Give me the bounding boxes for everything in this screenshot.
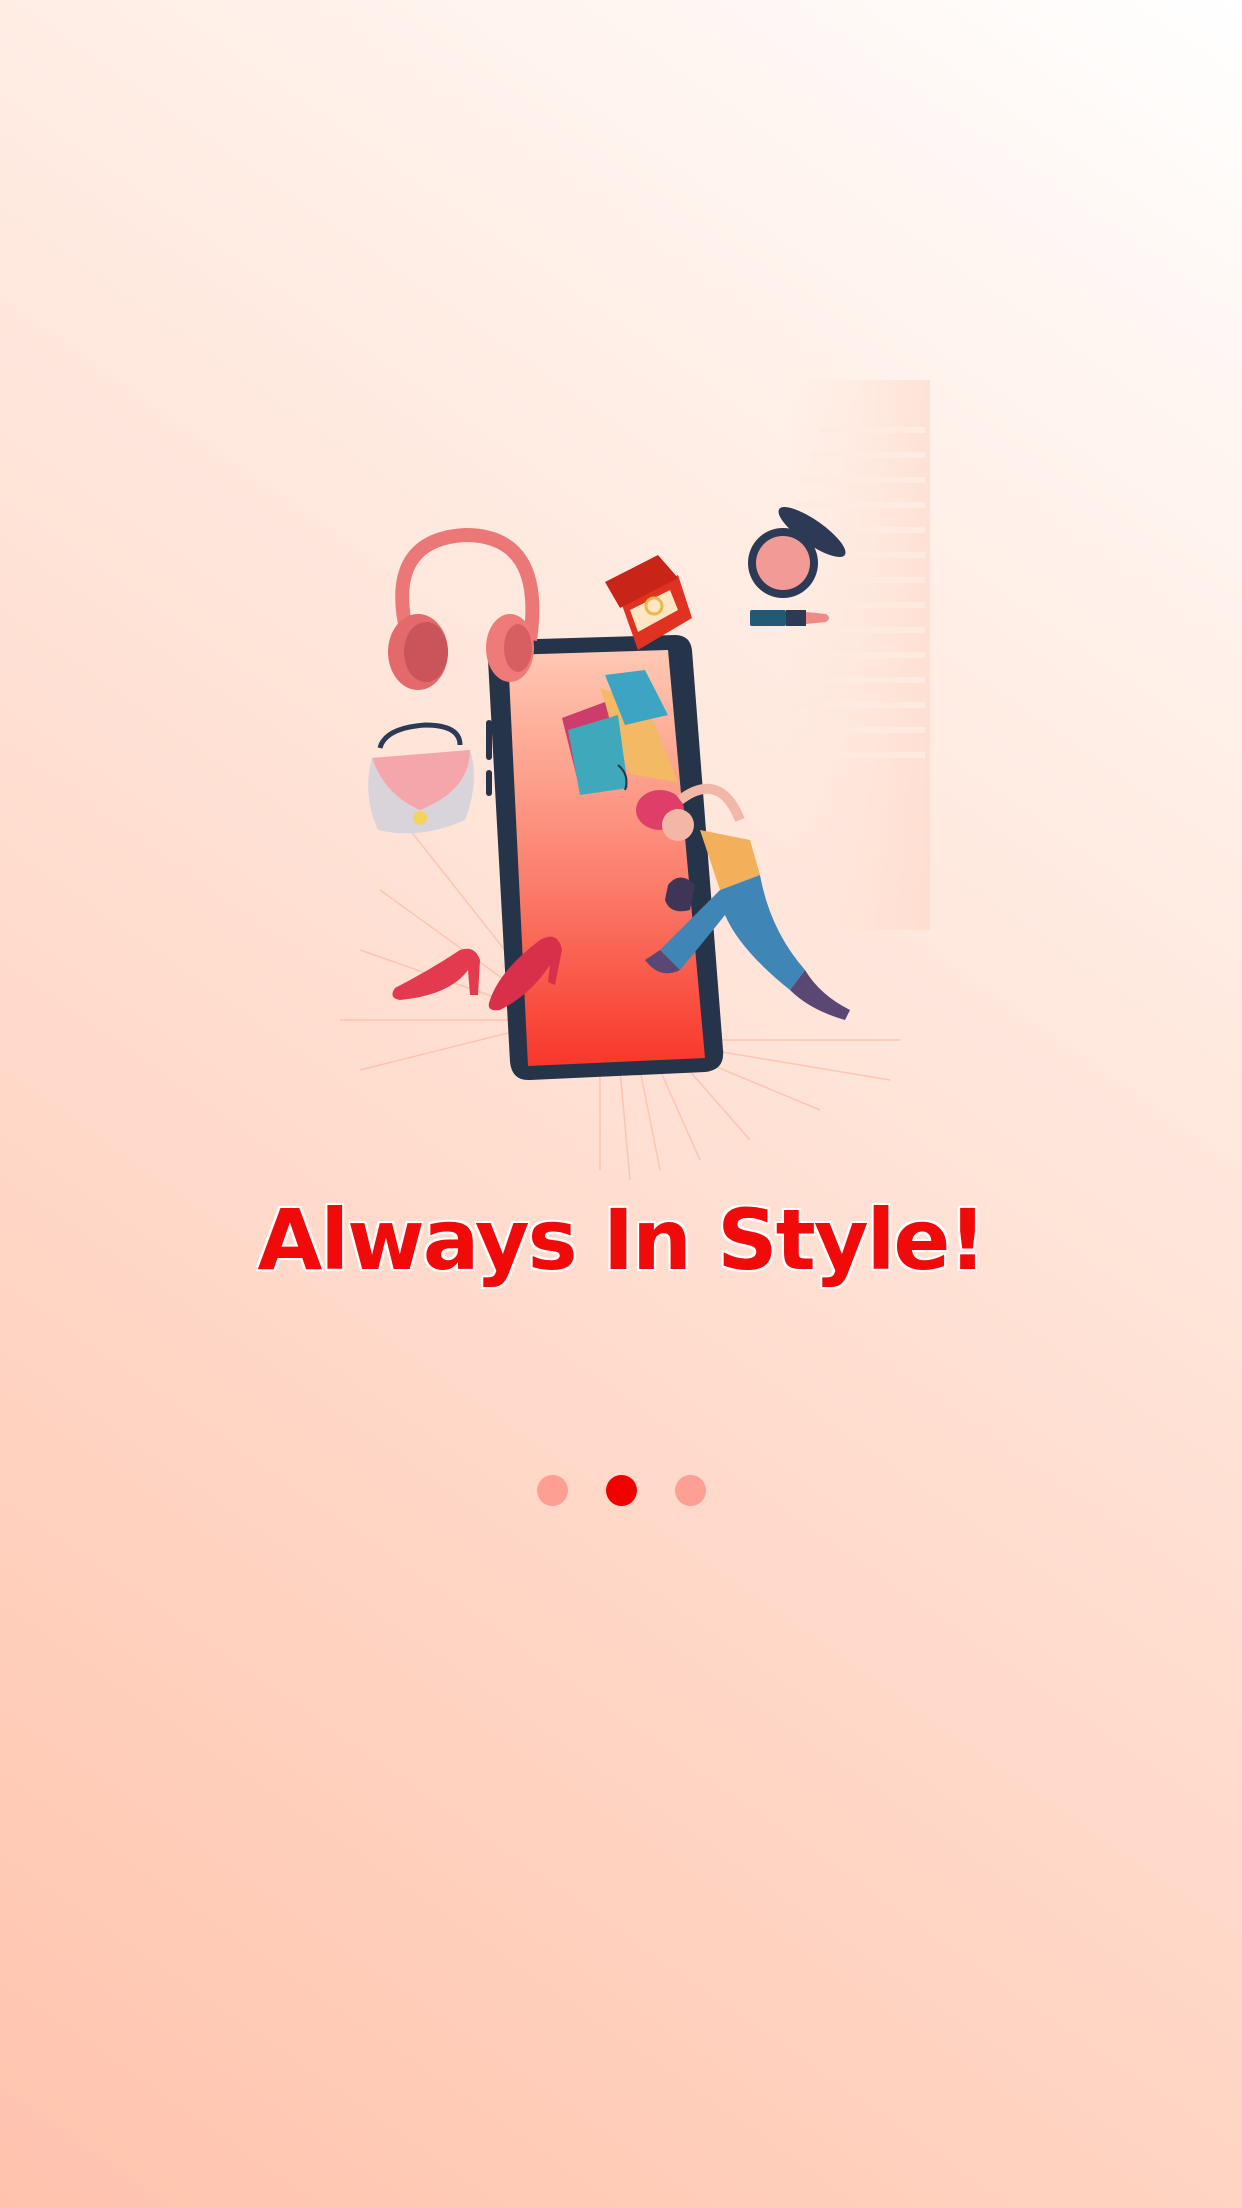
onboarding-screen: Always In Style! <box>0 0 1242 2208</box>
page-dot-1[interactable] <box>536 1474 568 1506</box>
background-panel <box>780 380 930 930</box>
smartphone <box>486 635 724 1081</box>
page-dot-2[interactable] <box>605 1474 637 1506</box>
onboarding-headline: Always In Style! <box>257 1191 986 1289</box>
page-dot-3[interactable] <box>674 1474 706 1506</box>
handbag <box>368 722 474 834</box>
page-indicator <box>0 1474 1242 1506</box>
online-shopping-illustration <box>300 370 960 1200</box>
headphones <box>388 527 540 690</box>
